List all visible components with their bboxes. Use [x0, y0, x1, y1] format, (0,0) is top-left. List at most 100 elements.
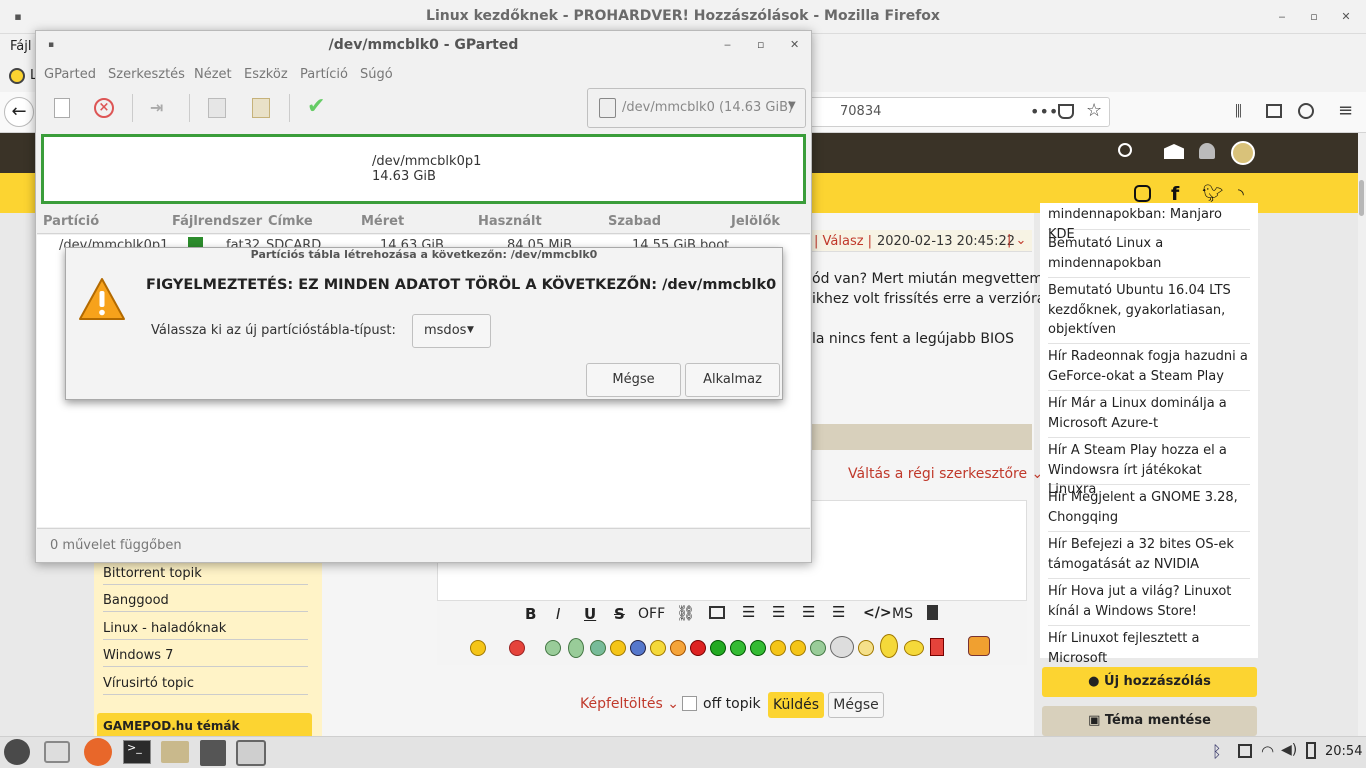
image-upload-link[interactable]: Képfeltöltés ⌄ — [580, 696, 679, 712]
editor-switch-label[interactable]: Váltás a régi szerkesztőre — [848, 466, 1027, 482]
wifi-icon[interactable]: ◠ — [1261, 742, 1274, 760]
file-icon[interactable] — [927, 605, 938, 620]
cool-smiley-icon[interactable] — [770, 640, 786, 656]
left-link-5[interactable]: Vírusirtó topic — [103, 676, 308, 695]
col-free[interactable]: Szabad — [608, 214, 661, 229]
left-link-3[interactable]: Linux - haladóknak — [103, 621, 308, 640]
resize-move-icon[interactable]: ⇥ — [150, 98, 163, 117]
underline-button[interactable]: U — [584, 605, 596, 623]
page-actions-icon[interactable]: ••• — [1030, 102, 1058, 121]
col-label[interactable]: Címke — [268, 214, 313, 229]
account-icon[interactable] — [1298, 103, 1314, 119]
site-search-icon[interactable] — [1118, 143, 1132, 157]
grin-smiley-icon[interactable] — [545, 640, 561, 656]
minimize-icon[interactable]: ‒ — [1274, 9, 1290, 25]
thumbs-smiley-icon[interactable] — [830, 636, 854, 658]
volume-icon[interactable]: ◀) — [1281, 742, 1297, 758]
terminal-icon[interactable]: >_ — [123, 740, 151, 764]
send-button[interactable]: Küldés — [768, 692, 824, 718]
sidebar-icon[interactable] — [1266, 104, 1282, 118]
sad-smiley-icon[interactable] — [630, 640, 646, 656]
close-icon[interactable]: ✕ — [1338, 9, 1354, 25]
facebook-icon[interactable]: f — [1171, 183, 1179, 205]
scrollbar-thumb[interactable] — [1359, 180, 1364, 216]
bluetooth-icon[interactable]: ᛒ — [1212, 742, 1222, 761]
menu-edit[interactable]: Szerkesztés — [108, 67, 185, 82]
gparted-maximize-icon[interactable]: ▫ — [757, 38, 764, 51]
related-item-2[interactable]: Bemutató Ubuntu 16.04 LTS kezdőknek, gya… — [1048, 281, 1250, 344]
apply-button[interactable]: Alkalmaz — [685, 363, 780, 397]
nerd-smiley-icon[interactable] — [810, 640, 826, 656]
align-left-icon[interactable]: ☰ — [742, 603, 755, 621]
editor-switch-link[interactable]: Váltás a régi szerkesztőre ⌄ — [848, 466, 1043, 482]
paste-icon[interactable] — [252, 98, 270, 118]
align-right-icon[interactable]: ☰ — [802, 603, 815, 621]
align-center-icon[interactable]: ☰ — [772, 603, 785, 621]
save-topic-button[interactable]: ▣ Téma mentése — [1042, 706, 1257, 736]
post-reply-link[interactable]: | Válasz | — [814, 234, 872, 249]
new-partition-icon[interactable] — [54, 98, 70, 118]
gamepod-header[interactable]: GAMEPOD.hu témák — [97, 713, 312, 736]
related-item-9[interactable]: Hír Linuxot fejlesztett a Microsoft — [1048, 629, 1250, 666]
justify-icon[interactable]: ☰ — [832, 603, 845, 621]
related-item-0[interactable]: mindennapokban: Manjaro KDE — [1048, 205, 1250, 242]
col-size[interactable]: Méret — [361, 214, 404, 229]
library-icon[interactable]: ⫼ — [1235, 102, 1242, 120]
meh-smiley-icon[interactable] — [858, 640, 874, 656]
related-item-4[interactable]: Hír Már a Linux dominálja a Microsoft Az… — [1048, 394, 1250, 438]
maximize-icon[interactable]: ▫ — [1306, 9, 1322, 25]
delete-icon[interactable]: × — [94, 98, 114, 118]
col-used[interactable]: Használt — [478, 214, 542, 229]
red-smiley-icon[interactable] — [690, 640, 706, 656]
italic-button[interactable]: I — [556, 605, 560, 623]
gparted-close-icon[interactable]: ✕ — [790, 38, 799, 51]
rss-icon[interactable]: ◝ — [1238, 185, 1244, 203]
pocket-icon[interactable] — [1058, 104, 1074, 119]
left-link-4[interactable]: Windows 7 — [103, 648, 308, 667]
col-flags[interactable]: Jelölők — [731, 214, 780, 229]
bookmark-star-icon[interactable]: ☆ — [1086, 100, 1102, 121]
related-item-1[interactable]: Bemutató Linux a mindennapokban — [1048, 234, 1250, 278]
related-item-8[interactable]: Hír Hova jut a világ? Linuxot kínál a Wi… — [1048, 582, 1250, 626]
show-desktop-icon[interactable] — [44, 741, 70, 763]
shocked-smiley-icon[interactable] — [880, 634, 898, 658]
calculator-icon[interactable] — [200, 740, 226, 766]
link-icon[interactable]: ⛓ — [676, 604, 695, 622]
notifications-bell-icon[interactable] — [1199, 143, 1215, 159]
menu-file[interactable]: Fájl — [10, 39, 31, 54]
off-topic-checkbox[interactable] — [682, 696, 697, 711]
tongue-smiley-icon[interactable] — [670, 640, 686, 656]
related-item-5[interactable]: Hír A Steam Play hozza el a Windowsra ír… — [1048, 441, 1250, 497]
image-upload-label[interactable]: Képfeltöltés — [580, 696, 663, 712]
tall-smiley-icon[interactable] — [568, 638, 584, 658]
teeth-smiley-icon[interactable] — [590, 640, 606, 656]
strike-button[interactable]: S — [614, 605, 625, 623]
user-avatar[interactable] — [1231, 141, 1255, 165]
twitter-icon[interactable]: 🐦︎ — [1202, 184, 1224, 204]
start-menu-icon[interactable] — [4, 739, 30, 765]
sick-smiley-icon[interactable] — [750, 640, 766, 656]
col-filesystem[interactable]: Fájlrendszer — [172, 214, 262, 229]
sign-smiley-icon[interactable] — [930, 638, 944, 656]
gparted-taskbar-icon[interactable] — [236, 740, 266, 766]
ms-button[interactable]: MS — [892, 606, 913, 622]
code-icon[interactable]: </> — [863, 605, 892, 621]
window-menu-icon[interactable]: ▪ — [10, 9, 26, 25]
cancel-post-button[interactable]: Mégse — [828, 692, 884, 718]
off-button[interactable]: OFF — [638, 606, 665, 622]
apply-checkmark-icon[interactable]: ✔ — [307, 94, 325, 119]
new-post-button[interactable]: ● Új hozzászólás — [1042, 667, 1257, 697]
back-button-icon[interactable]: ← — [4, 97, 34, 127]
laugh-smiley-icon[interactable] — [790, 640, 806, 656]
bold-button[interactable]: B — [525, 605, 536, 623]
alien-smiley-icon[interactable] — [730, 640, 746, 656]
related-item-3[interactable]: Hír Radeonnak fogja hazudni a GeForce-ok… — [1048, 347, 1250, 391]
wink-smiley-icon[interactable] — [610, 640, 626, 656]
gparted-minimize-icon[interactable]: ‒ — [724, 38, 731, 51]
left-link-1[interactable]: Bittorrent topik — [103, 566, 308, 585]
menu-gparted[interactable]: GParted — [44, 67, 96, 82]
hamburger-menu-icon[interactable]: ≡ — [1338, 100, 1353, 121]
screenshot-icon[interactable] — [1238, 744, 1252, 758]
menu-view[interactable]: Nézet — [194, 67, 232, 82]
post-menu-chevron-icon[interactable]: | ⌄ — [1007, 233, 1026, 248]
